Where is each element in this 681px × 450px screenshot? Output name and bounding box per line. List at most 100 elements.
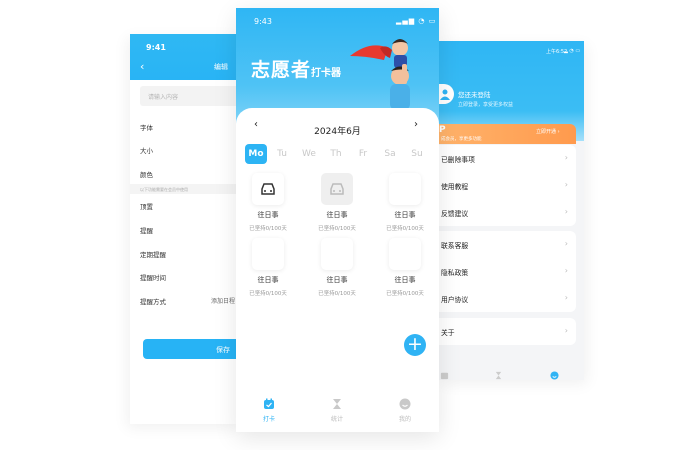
- tab-label: 我的: [398, 416, 411, 423]
- member-note: 以下功能需要在会员中使用: [130, 184, 240, 194]
- tab-label: 统计: [330, 416, 343, 423]
- menu-label: 隐私政策: [441, 269, 469, 277]
- vip-banner[interactable]: P 成会员，享更多功能 立即开通 ›: [438, 124, 576, 144]
- weekday-su[interactable]: Su: [406, 144, 428, 164]
- setting-periodic-remind[interactable]: 定期提醒: [140, 249, 166, 259]
- profile-screen: 上午6:52 ▂ ◔ ▭ 您还未登陆 立即登录，享受更多权益 P 成会员，享更多…: [438, 41, 584, 380]
- menu-customer-service[interactable]: 联系客服 ›: [438, 231, 576, 258]
- calendar-check-icon: [264, 398, 274, 409]
- add-schedule-link[interactable]: 添加日程: [211, 296, 235, 305]
- status-time: 9:43: [254, 17, 272, 26]
- login-subtitle: 立即登录，享受更多权益: [458, 102, 514, 108]
- menu-feedback[interactable]: 反馈建议 ›: [438, 199, 576, 226]
- status-icons: ▂ ◔ ▭: [564, 48, 581, 54]
- avatar[interactable]: [438, 84, 454, 104]
- habit-card-icon-box: [252, 238, 284, 270]
- habit-days: 已坚持0/100天: [249, 291, 287, 297]
- menu-label: 反馈建议: [441, 210, 469, 218]
- hourglass-icon: [333, 399, 341, 409]
- menu-user-agreement[interactable]: 用户协议 ›: [438, 285, 576, 312]
- vip-open-button[interactable]: 立即开通 ›: [536, 128, 560, 135]
- habit-card-icon-box: [321, 173, 353, 205]
- menu-label: 用户协议: [441, 296, 469, 304]
- vip-subtitle: 成会员，享更多功能: [441, 137, 482, 142]
- habit-days: 已坚持0/100天: [386, 291, 424, 297]
- car-icon: [261, 183, 275, 195]
- tab-stats[interactable]: 统计: [488, 371, 508, 380]
- habit-name: 往日事: [394, 276, 416, 284]
- menu-group-2: 联系客服 › 隐私政策 › 用户协议 ›: [438, 231, 576, 312]
- habit-card[interactable]: 往日事 已坚持0/100天: [312, 238, 362, 297]
- setting-pin[interactable]: 顶置: [140, 201, 153, 211]
- habit-days: 已坚持0/100天: [318, 226, 356, 232]
- chevron-right-icon: ›: [564, 153, 568, 162]
- checkin-body: ‹ 2024年6月 › Mo Tu We Th Fr Sa Su 往日事 已坚持…: [236, 108, 439, 432]
- content-input[interactable]: 请输入内容: [140, 86, 240, 106]
- setting-remind-method[interactable]: 提醒方式: [140, 296, 166, 306]
- habit-card-icon-box: [321, 238, 353, 270]
- menu-about[interactable]: 关于 ›: [438, 318, 576, 345]
- habit-card-icon-box: [252, 173, 284, 205]
- chevron-right-icon: ›: [564, 207, 568, 216]
- back-arrow-icon[interactable]: ‹: [140, 60, 144, 73]
- add-habit-button[interactable]: +: [404, 334, 426, 356]
- status-time: 9:41: [146, 43, 166, 52]
- tab-checkin[interactable]: 打卡: [438, 371, 454, 380]
- weekday-we[interactable]: We: [298, 144, 320, 164]
- menu-label: 使用教程: [441, 183, 469, 191]
- habit-days: 已坚持0/100天: [318, 291, 356, 297]
- menu-label: 关于: [441, 329, 455, 337]
- setting-remind[interactable]: 提醒: [140, 225, 153, 235]
- menu-privacy-policy[interactable]: 隐私政策 ›: [438, 258, 576, 285]
- next-month-icon[interactable]: ›: [414, 119, 418, 130]
- weekday-th[interactable]: Th: [325, 144, 347, 164]
- tab-stats[interactable]: 统计: [322, 398, 352, 423]
- car-icon: [330, 183, 344, 195]
- weekday-fr[interactable]: Fr: [352, 144, 374, 164]
- login-title[interactable]: 您还未登陆: [458, 89, 491, 99]
- save-button[interactable]: 保存: [143, 339, 240, 359]
- weekday-sa[interactable]: Sa: [379, 144, 401, 164]
- app-title-main: 志愿者: [251, 59, 312, 81]
- habit-card[interactable]: 往日事 已坚持0/100天: [243, 238, 293, 297]
- chevron-right-icon: ›: [564, 239, 568, 248]
- habit-card[interactable]: 往日事 已坚持0/100天: [380, 238, 430, 297]
- month-label: 2024年6月: [314, 127, 361, 137]
- habit-name: 往日事: [326, 276, 348, 284]
- weekday-mo[interactable]: Mo: [245, 144, 267, 164]
- tab-mine[interactable]: 我的: [390, 398, 420, 423]
- habit-card[interactable]: 往日事 已坚持0/100天: [243, 173, 293, 232]
- hourglass-icon: [495, 371, 501, 380]
- edit-header: 9:41 ‹ 编辑: [130, 34, 240, 80]
- checkin-screen: 9:43 ▂▄▆ ◔ ▭ 志愿者打卡器 ‹ 2024年6月 › Mo Tu We…: [236, 8, 439, 432]
- page-title: 编辑: [214, 63, 228, 71]
- app-title-sub: 打卡器: [311, 68, 342, 79]
- calendar-check-icon: [440, 372, 448, 380]
- menu-label: 已删除事项: [441, 156, 475, 164]
- setting-font[interactable]: 字体: [140, 122, 153, 132]
- tab-mine[interactable]: 我的: [544, 371, 564, 380]
- setting-size[interactable]: 大小: [140, 145, 153, 155]
- profile-icon: [549, 371, 559, 380]
- habit-name: 往日事: [257, 276, 279, 284]
- profile-icon: [399, 398, 411, 410]
- app-title: 志愿者打卡器: [251, 55, 341, 82]
- vip-letter: P: [439, 125, 446, 135]
- setting-color[interactable]: 颜色: [140, 169, 153, 179]
- tab-checkin[interactable]: 打卡: [254, 398, 284, 423]
- menu-deleted-items[interactable]: 已删除事项 ›: [438, 145, 576, 172]
- weekday-tu[interactable]: Tu: [271, 144, 293, 164]
- user-icon: [440, 89, 450, 100]
- habit-card[interactable]: 往日事 已坚持0/100天: [380, 173, 430, 232]
- habit-card[interactable]: 往日事 已坚持0/100天: [312, 173, 362, 232]
- chevron-right-icon: ›: [564, 180, 568, 189]
- chevron-right-icon: ›: [564, 293, 568, 302]
- edit-screen: 9:41 ‹ 编辑 请输入内容 字体 大小 颜色 以下功能需要在会员中使用 顶置…: [130, 34, 240, 424]
- habit-card-icon-box: [389, 173, 421, 205]
- plus-icon: +: [407, 333, 423, 355]
- menu-label: 联系客服: [441, 242, 469, 250]
- habit-name: 往日事: [257, 211, 279, 219]
- chevron-right-icon: ›: [564, 326, 568, 335]
- setting-remind-time[interactable]: 提醒时间: [140, 272, 166, 282]
- menu-tutorial[interactable]: 使用教程 ›: [438, 172, 576, 199]
